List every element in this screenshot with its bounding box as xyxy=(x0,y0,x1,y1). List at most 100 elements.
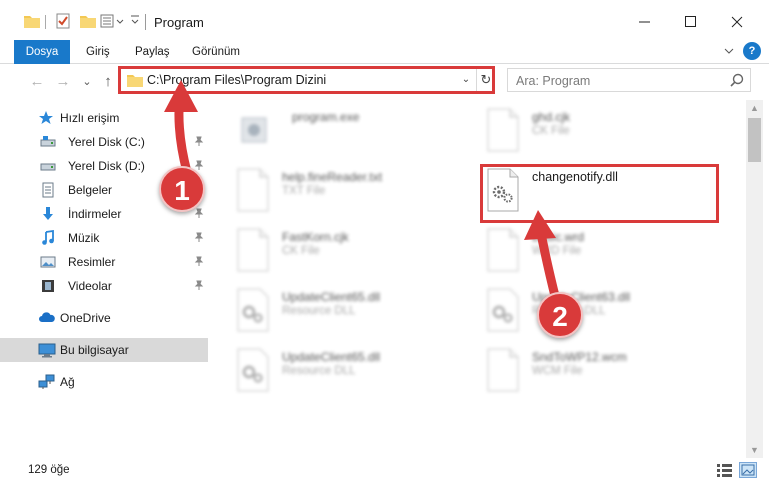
file-name: UpdateClient65.dll xyxy=(282,350,381,364)
close-button[interactable] xyxy=(714,4,760,40)
file-name: ghd.cjk xyxy=(532,110,571,124)
quick-access-dropdown-icon[interactable] xyxy=(130,13,140,30)
address-dropdown-icon[interactable]: ⌄ xyxy=(458,71,474,89)
pin-icon[interactable] xyxy=(194,208,204,221)
sidebar-item-label: Yerel Disk (C:) xyxy=(68,135,145,149)
address-bar[interactable]: C:\Program Files\Program Dizini ⌄ ↻ xyxy=(120,68,495,92)
file-item[interactable]: SndToWP12.wcm WCM File xyxy=(468,340,718,400)
pin-icon[interactable] xyxy=(194,136,204,149)
sidebar-item-label: Hızlı erişim xyxy=(60,111,120,125)
tab-share[interactable]: Paylaş xyxy=(135,40,170,64)
search-box[interactable]: Ara: Program xyxy=(507,68,751,92)
scroll-up-icon[interactable]: ▲ xyxy=(750,103,759,113)
customize-icon[interactable] xyxy=(100,14,128,31)
file-type: CK File xyxy=(532,125,570,137)
pin-icon[interactable] xyxy=(194,256,204,269)
file-name: FastKorn.cjk xyxy=(282,230,349,244)
tab-file[interactable]: Dosya xyxy=(14,40,70,64)
file-item[interactable]: FastKorn.cjk CK File xyxy=(218,220,468,280)
file-name: help.fineReader.txt xyxy=(282,170,383,184)
sidebar-item-label: Belgeler xyxy=(68,183,113,197)
large-icons-view-icon[interactable] xyxy=(739,462,757,478)
file-list: program.exe ghd.cjk CK File help.fineRea… xyxy=(218,100,745,458)
file-item[interactable]: help.fineReader.txt TXT File xyxy=(218,160,468,220)
sidebar-item-onedrive[interactable]: OneDrive xyxy=(0,306,208,330)
sidebar-item-label: Ağ xyxy=(60,375,75,389)
file-type: CK File xyxy=(282,245,320,257)
forward-button[interactable]: → xyxy=(54,72,72,90)
folder-icon xyxy=(24,14,40,31)
exe-file-icon xyxy=(236,108,270,152)
file-item-changenotify[interactable]: changenotify.dll xyxy=(468,160,718,220)
title-bar: Program xyxy=(0,0,769,40)
back-button[interactable]: ← xyxy=(28,72,46,90)
file-item[interactable]: program.exe xyxy=(218,100,468,160)
sidebar-item-network[interactable]: Ağ xyxy=(0,370,208,394)
computer-icon xyxy=(38,342,56,358)
drive-icon xyxy=(40,134,56,150)
sidebar-item-label: Bu bilgisayar xyxy=(60,343,129,357)
file-name: program.exe xyxy=(292,110,360,124)
file-item[interactable]: UpdateClient63.dll Resource DLL xyxy=(468,280,718,340)
details-view-icon[interactable] xyxy=(716,462,734,478)
refresh-icon[interactable]: ↻ xyxy=(476,69,495,91)
address-path[interactable]: C:\Program Files\Program Dizini xyxy=(147,73,326,87)
sidebar-item-label: Resimler xyxy=(68,255,116,269)
maximize-button[interactable] xyxy=(668,4,714,40)
file-icon xyxy=(236,228,270,272)
pin-icon[interactable] xyxy=(194,232,204,245)
music-icon xyxy=(40,229,56,246)
new-folder-icon[interactable] xyxy=(80,14,96,31)
scroll-down-icon[interactable]: ▼ xyxy=(750,445,759,455)
minimize-button[interactable] xyxy=(622,4,668,40)
sidebar-item-pictures[interactable]: Resimler xyxy=(0,250,208,274)
file-icon xyxy=(486,348,520,392)
annotation-marker-1: 1 xyxy=(159,166,205,212)
up-button[interactable]: ↑ xyxy=(99,72,117,90)
search-icon[interactable] xyxy=(730,73,744,90)
download-icon xyxy=(40,206,56,222)
file-type: Resource DLL xyxy=(282,365,356,377)
file-name: UpdateClient65.dll xyxy=(282,290,381,304)
help-icon[interactable]: ? xyxy=(743,42,761,60)
tab-view[interactable]: Görünüm xyxy=(192,40,240,64)
ribbon-expand-icon[interactable] xyxy=(723,45,735,57)
search-placeholder[interactable]: Ara: Program xyxy=(516,74,590,88)
dll-file-icon xyxy=(486,288,520,332)
file-type: WCM File xyxy=(532,365,583,377)
file-item[interactable]: Basic.wrd WRD File xyxy=(468,220,718,280)
videos-icon xyxy=(40,278,56,294)
file-type: TXT File xyxy=(282,185,326,197)
file-name: Basic.wrd xyxy=(532,230,585,244)
navigation-bar: ← → ⌄ ↑ C:\Program Files\Program Dizini … xyxy=(0,64,769,100)
file-item[interactable]: UpdateClient65.dll Resource DLL xyxy=(218,340,468,400)
sidebar-item-this-pc[interactable]: Bu bilgisayar xyxy=(0,338,208,362)
title-separator xyxy=(145,14,146,30)
tab-home[interactable]: Giriş xyxy=(86,40,110,64)
recent-locations-button[interactable]: ⌄ xyxy=(78,72,96,90)
file-item[interactable]: UpdateClient65.dll Resource DLL xyxy=(218,280,468,340)
text-file-icon xyxy=(236,168,270,212)
dll-file-icon xyxy=(236,348,270,392)
sidebar-item-label: Videolar xyxy=(68,279,112,293)
properties-icon[interactable] xyxy=(55,13,71,32)
sidebar-item-quick-access[interactable]: Hızlı erişim xyxy=(0,106,208,130)
status-bar: 129 öğe xyxy=(0,458,769,496)
star-icon xyxy=(38,110,54,126)
file-type: Resource DLL xyxy=(282,305,356,317)
navigation-pane: Hızlı erişim Yerel Disk (C:) Yerel Disk … xyxy=(0,100,210,458)
folder-icon xyxy=(127,73,143,90)
sidebar-item-local-disk-c[interactable]: Yerel Disk (C:) xyxy=(0,130,208,154)
sidebar-item-videos[interactable]: Videolar xyxy=(0,274,208,298)
scrollbar-thumb[interactable] xyxy=(748,118,761,162)
sidebar-item-label: Yerel Disk (D:) xyxy=(68,159,145,173)
documents-icon xyxy=(40,182,56,198)
file-item[interactable]: ghd.cjk CK File xyxy=(468,100,718,160)
sidebar-item-label: OneDrive xyxy=(60,311,111,325)
pin-icon[interactable] xyxy=(194,280,204,293)
file-name: changenotify.dll xyxy=(532,170,618,184)
dll-file-icon xyxy=(486,168,520,212)
vertical-scrollbar[interactable]: ▲ ▼ xyxy=(746,100,763,458)
file-type: WRD File xyxy=(532,245,582,257)
sidebar-item-music[interactable]: Müzik xyxy=(0,226,208,250)
